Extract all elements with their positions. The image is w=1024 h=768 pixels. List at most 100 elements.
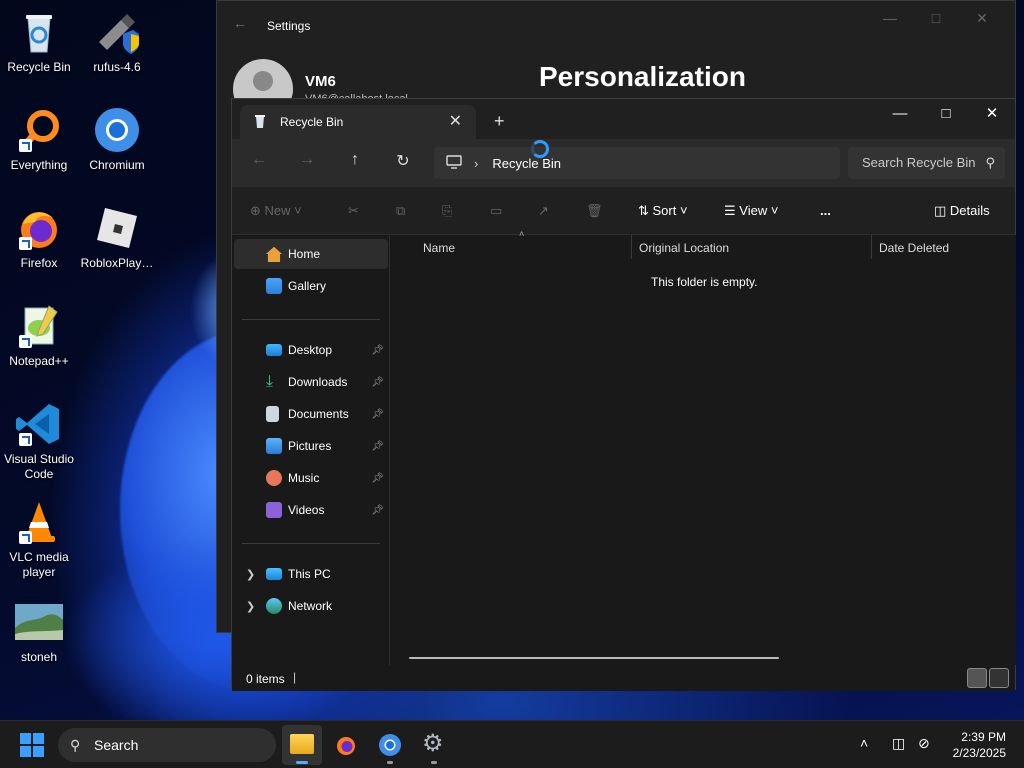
pin-icon[interactable]: 📌︎ [371,409,384,420]
active-indicator [296,761,308,764]
new-button[interactable]: ⊕ New ˅ [250,203,302,219]
nav-label: This PC [288,567,331,581]
desktop-icon-roblox[interactable]: RobloxPlay… [77,204,157,271]
divider [242,319,380,320]
desktop-icon-chromium[interactable]: Chromium [77,106,157,173]
item-count: 0 items [246,672,285,686]
desktop-icon-notepadpp[interactable]: Notepad++ [0,302,79,369]
music-icon [266,470,282,486]
breadcrumb[interactable]: Recycle Bin [492,156,561,171]
column-separator[interactable] [631,235,632,259]
nav-item-documents[interactable]: Documents 📌︎ [234,399,388,429]
paste-icon[interactable]: ⎘ [442,203,452,219]
up-arrow-icon[interactable]: ↑ [343,151,367,169]
details-view-button[interactable] [967,668,987,688]
copy-icon[interactable]: ⧉ [396,203,405,219]
nav-label: Home [288,247,321,261]
forward-arrow-icon[interactable]: → [295,151,319,169]
nav-label: Desktop [288,343,333,357]
nav-item-desktop[interactable]: Desktop 📌︎ [234,335,388,365]
sort-button[interactable]: ⇅ Sort ˅ [638,203,688,219]
nav-item-gallery[interactable]: Gallery [234,271,388,301]
horizontal-scrollbar[interactable] [409,657,779,659]
maximize-button[interactable]: □ [913,7,959,31]
file-list[interactable]: ˄ Name Original Location Date Deleted Th… [391,229,1016,665]
delete-icon[interactable]: 🗑︎ [586,203,603,219]
running-indicator [387,761,393,764]
nav-item-videos[interactable]: Videos 📌︎ [234,495,388,525]
tab-recycle-bin[interactable]: Recycle Bin ✕ [240,105,476,139]
user-name: VM6 [305,73,336,90]
desktop-icon-recycle-bin[interactable]: Recycle Bin [0,8,79,75]
tiles-view-button[interactable] [989,668,1009,688]
computer-icon [266,568,282,580]
taskbar-app-settings[interactable]: ⚙ [414,725,454,765]
desktop-icon-rufus[interactable]: rufus-4.6 [77,8,157,75]
close-button[interactable]: ✕ [969,99,1015,129]
chevron-right-icon[interactable]: ❯ [246,568,255,581]
refresh-icon[interactable]: ↻ [391,151,415,171]
minimize-button[interactable]: — [867,7,913,31]
desktop-icon-stoneh[interactable]: stoneh [0,604,79,665]
desktop-icon-vscode[interactable]: Visual Studio Code [0,400,79,482]
file-explorer-window[interactable]: Recycle Bin ✕ + — □ ✕ ← → ↑ ↻ › Recycle … [231,98,1016,691]
shortcut-arrow-icon [19,531,32,544]
pin-icon[interactable]: 📌︎ [371,441,384,452]
maximize-button[interactable]: □ [923,99,969,129]
desktop-icon-label: Visual Studio Code [4,452,74,481]
shortcut-arrow-icon [19,237,32,250]
close-tab-icon[interactable]: ✕ [449,111,462,131]
more-options-button[interactable]: ... [820,203,831,218]
desktop-icon-firefox[interactable]: Firefox [0,204,79,271]
column-header-date-deleted[interactable]: Date Deleted [879,241,949,255]
search-input[interactable]: Search Recycle Bin ⚲ [848,147,1005,179]
minimize-button[interactable]: — [877,99,923,129]
column-header-name[interactable]: Name [423,241,455,255]
address-bar[interactable]: › Recycle Bin [434,147,840,179]
volume-muted-icon[interactable]: ⊘ [918,735,930,752]
image-file-icon [15,604,63,640]
taskbar-app-file-explorer[interactable] [282,725,322,765]
view-button[interactable]: ☰ View ˅ [724,203,778,219]
back-arrow-icon[interactable]: ← [233,15,247,31]
search-icon: ⚲ [70,737,81,753]
share-icon[interactable]: ↗ [538,203,549,219]
network-status-icon[interactable]: ◫ [892,735,905,752]
nav-item-this-pc[interactable]: ❯ This PC [234,559,388,589]
system-clock[interactable]: 2:39 PM 2/23/2025 [953,729,1006,761]
chevron-right-icon[interactable]: ❯ [246,600,255,613]
taskbar-app-chromium[interactable] [370,725,410,765]
nav-item-pictures[interactable]: Pictures 📌︎ [234,431,388,461]
nav-item-home[interactable]: Home [234,239,388,269]
home-icon [266,246,282,262]
start-button[interactable] [20,733,44,757]
pictures-icon [266,438,282,454]
desktop-icon-vlc[interactable]: VLC media player [0,498,79,580]
pin-icon[interactable]: 📌︎ [371,377,384,388]
cut-icon[interactable]: ✂ [348,203,359,219]
column-header-original-location[interactable]: Original Location [639,241,729,255]
desktop-icon-everything[interactable]: Everything [0,106,79,173]
shortcut-arrow-icon [19,335,32,348]
details-button[interactable]: ◫ Details [934,203,990,219]
pin-icon[interactable]: 📌︎ [371,345,384,356]
firefox-icon [337,737,355,755]
close-button[interactable]: ✕ [959,7,1005,31]
pin-icon[interactable]: 📌︎ [371,505,384,516]
desktop-icon-label: Everything [10,158,68,172]
taskbar-search[interactable]: ⚲ Search [58,728,276,762]
running-indicator [431,761,437,764]
nav-item-downloads[interactable]: ⤓ Downloads 📌︎ [234,367,388,397]
nav-label: Videos [288,503,325,517]
new-tab-button[interactable]: + [494,111,505,132]
taskbar-app-firefox[interactable] [326,725,366,765]
show-hidden-icons-chevron-up-icon[interactable]: ˄ [860,735,868,751]
rename-icon[interactable]: ▭ [490,203,502,219]
navigation-bar: ← → ↑ ↻ › Recycle Bin Search Recycle Bin… [232,139,1015,187]
nav-item-music[interactable]: Music 📌︎ [234,463,388,493]
back-arrow-icon[interactable]: ← [247,151,271,169]
nav-item-network[interactable]: ❯ Network [234,591,388,621]
pin-icon[interactable]: 📌︎ [371,473,384,484]
chromium-icon [93,106,141,154]
column-separator[interactable] [871,235,872,259]
